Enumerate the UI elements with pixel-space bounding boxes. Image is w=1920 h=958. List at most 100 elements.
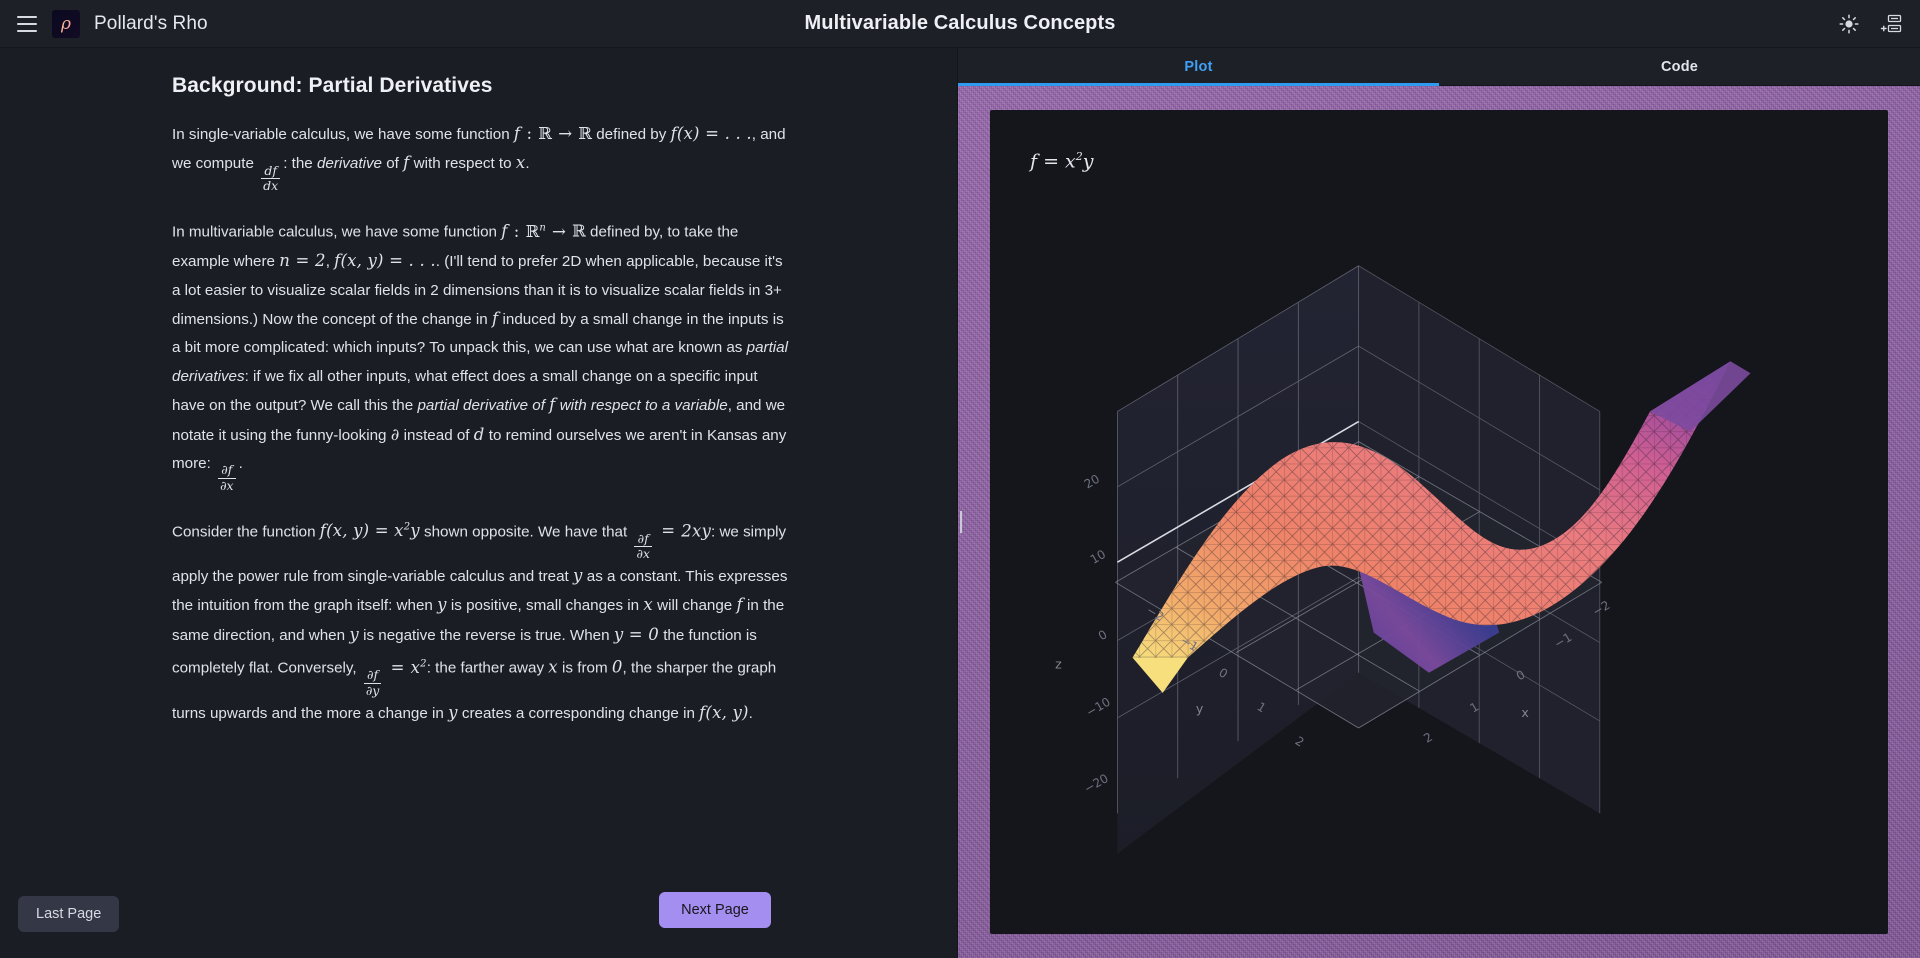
math-y: y — [349, 624, 359, 644]
text-run: with respect to a variable — [559, 397, 728, 415]
paragraph-2: In multivariable calculus, we have some … — [172, 221, 789, 493]
top-bar: ρ Pollard's Rho Multivariable Calculus C… — [0, 0, 1920, 48]
frac-numerator: ∂f — [221, 462, 233, 478]
hamburger-bar — [17, 22, 37, 25]
math-y: y — [573, 566, 583, 585]
frac-numerator: ∂f — [637, 530, 649, 546]
math-arrow: → — [552, 221, 566, 241]
brightness-icon[interactable] — [1836, 11, 1862, 37]
document-content: Background: Partial Derivatives In singl… — [172, 74, 792, 728]
math-n-equals-2: n = 2 — [279, 251, 326, 271]
frac-denominator: ∂y — [363, 682, 382, 698]
math-frac-partial-f-y: ∂f ∂y — [363, 667, 382, 698]
text-run: of — [386, 155, 399, 173]
text-run: creates a corresponding change in — [461, 704, 695, 722]
math-y-equals-0: y = 0 — [613, 624, 659, 644]
pane-splitter[interactable] — [958, 86, 962, 958]
main-body: Background: Partial Derivatives In singl… — [0, 48, 1920, 958]
text-run: with respect to — [413, 155, 512, 173]
text-run: will change — [657, 597, 733, 615]
math-x: x — [643, 595, 653, 615]
y-axis-label: y — [1196, 701, 1204, 716]
frac-denominator: ∂x — [218, 477, 236, 493]
plot-equation-label: f = x2y — [1030, 150, 1094, 173]
text-run: instead of — [403, 426, 470, 444]
math-superscript-2: 2 — [403, 521, 411, 533]
text-run: is negative the reverse is true. When — [363, 626, 610, 644]
math-fxy: f(x, y) = . . . — [334, 251, 436, 271]
app-root: ρ Pollard's Rho Multivariable Calculus C… — [0, 0, 1920, 958]
hamburger-bar — [17, 29, 37, 32]
equation-superscript: 2 — [1075, 150, 1083, 163]
frac-numerator: ∂f — [367, 667, 379, 682]
text-run: shown opposite. We have that — [424, 523, 628, 541]
math-f: f — [549, 395, 556, 415]
splitter-grip — [958, 511, 962, 533]
frac-denominator: dx — [261, 178, 281, 194]
panel-tabs: Plot Code — [958, 48, 1920, 86]
math-x: x — [515, 153, 526, 173]
document-scroll[interactable]: Background: Partial Derivatives In singl… — [0, 48, 957, 884]
paragraph-3: Consider the function f(x, y) = x2y show… — [172, 514, 792, 728]
logo-glyph: ρ — [61, 13, 71, 34]
math-colon: : — [513, 221, 520, 241]
text-run: defined by — [596, 126, 667, 143]
surface-plot-svg: 20 10 0 −10 −20 z −2 −1 0 1 2 y 2 1 0 −1… — [1027, 110, 1851, 934]
math-reals: ℝ — [578, 124, 592, 143]
math-reals-n: ℝn — [525, 221, 546, 241]
text-run: : the farther away — [426, 659, 545, 677]
add-panel-icon[interactable] — [1878, 11, 1904, 37]
page-title: Multivariable Calculus Concepts — [804, 12, 1116, 34]
emphasis-derivative: derivative — [316, 155, 382, 173]
math-frac-dfdx-partial: ∂f ∂x — [218, 462, 236, 493]
frac-denominator: ∂x — [634, 546, 652, 562]
plot-canvas[interactable]: f = x2y 20 10 0 −10 −20 z −2 −1 0 1 2 y … — [990, 110, 1888, 934]
math-colon: : — [526, 124, 533, 143]
section-heading: Background: Partial Derivatives — [172, 74, 493, 97]
text-run: is from — [562, 659, 608, 677]
math-d: d — [473, 424, 485, 444]
text-run: In single-variable calculus, we have som… — [172, 126, 510, 143]
x-axis-label: x — [1521, 705, 1529, 720]
math-equals: = — [390, 657, 405, 677]
math-f: f — [501, 221, 508, 241]
math-reals: ℝ — [538, 124, 552, 143]
math-x-squared: x2 — [410, 657, 427, 677]
hamburger-bar — [17, 15, 37, 18]
text-run: Consider the function — [172, 523, 316, 541]
last-page-button[interactable]: Last Page — [18, 896, 120, 932]
math-f: f — [403, 153, 410, 173]
app-logo[interactable]: ρ — [52, 9, 80, 38]
plot-pane: Plot Code f = x2y 20 10 0 −10 −20 z −2 −… — [958, 48, 1920, 958]
math-reals: ℝ — [572, 221, 586, 241]
math-partial: ∂ — [390, 424, 400, 444]
app-name: Pollard's Rho — [94, 12, 208, 34]
math-f: f — [736, 595, 743, 615]
math-superscript-n: n — [539, 222, 546, 234]
math-x: x — [548, 657, 558, 677]
math-zero: 0 — [611, 657, 623, 677]
text-run: partial derivative of — [417, 397, 545, 415]
math-y: y — [448, 702, 458, 722]
tab-code[interactable]: Code — [1439, 48, 1920, 85]
math-y: y — [437, 595, 447, 615]
z-axis-label: z — [1055, 657, 1062, 672]
math-fxy-x2y: f(x, y) = x2y — [319, 521, 420, 541]
math-f: f — [513, 124, 521, 143]
math-f: f — [491, 308, 499, 328]
paragraph-1: In single-variable calculus, we have som… — [172, 124, 786, 194]
hamburger-icon[interactable] — [10, 7, 44, 41]
math-frac-dfdx: df dx — [261, 162, 281, 194]
frac-numerator: df — [264, 162, 277, 178]
emphasis-partial-of: partial derivative of f with respect to … — [417, 395, 728, 415]
document-footer: Last Page Next Page — [0, 884, 957, 958]
tab-plot[interactable]: Plot — [958, 48, 1439, 86]
next-page-button[interactable]: Next Page — [659, 892, 771, 928]
text-run: In multivariable calculus, we have some … — [172, 223, 498, 241]
math-frac-partial-f-x: ∂f ∂x — [634, 530, 652, 562]
text-run: . — [748, 704, 753, 722]
text-run: : the — [283, 155, 313, 173]
text-run: is positive, small changes in — [450, 597, 640, 615]
math-fxy: f(x, y) — [699, 702, 749, 722]
math-fx: f(x) = . . . — [670, 124, 752, 143]
